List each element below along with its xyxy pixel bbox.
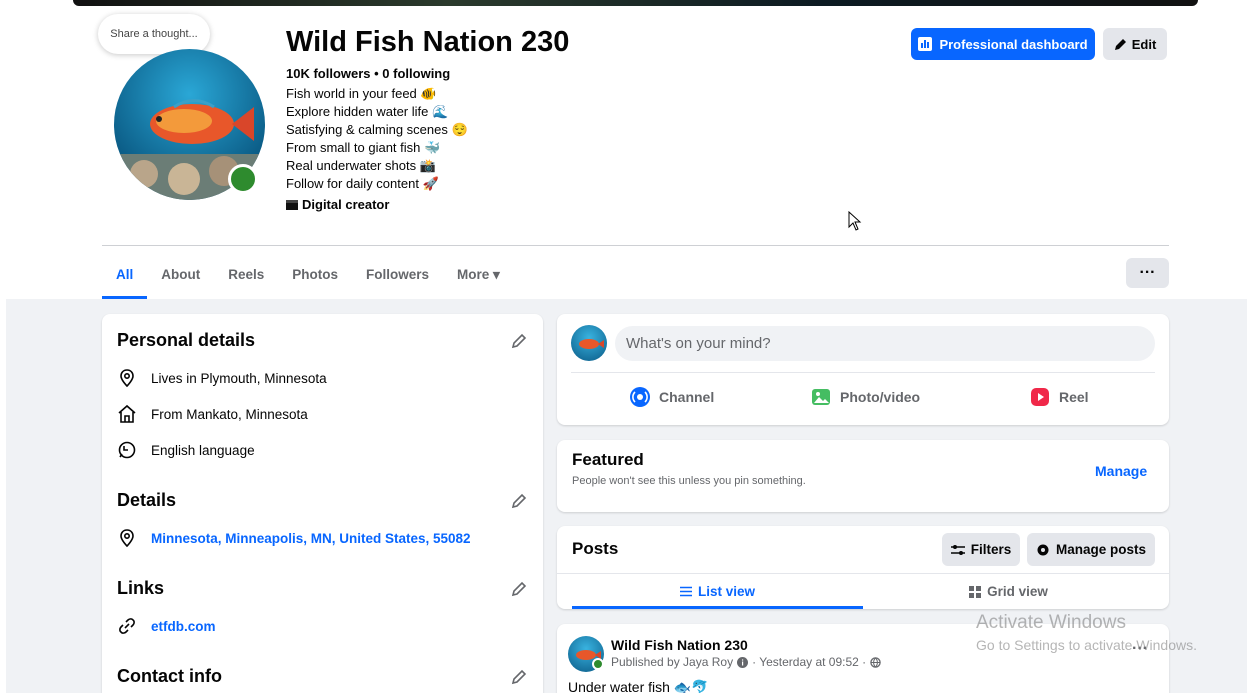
edit-button[interactable]: Edit: [1103, 28, 1167, 60]
links-title: Links: [117, 578, 165, 598]
home-icon: [118, 404, 136, 423]
published-by-text[interactable]: Published by Jaya Roy: [611, 655, 733, 669]
info-icon[interactable]: [737, 656, 749, 668]
language-text: English language: [151, 442, 255, 458]
channel-icon: [630, 387, 650, 407]
list-icon: [679, 586, 692, 597]
composer-avatar[interactable]: [571, 325, 607, 361]
filters-label: Filters: [970, 542, 1012, 557]
thought-bubble-text: Share a thought...: [110, 28, 198, 40]
online-status-indicator: [228, 164, 258, 194]
location-pin-icon: [120, 529, 134, 548]
photo-icon: [812, 389, 830, 405]
post-card: Wild Fish Nation 230 Published by Jaya R…: [557, 624, 1169, 693]
reel-label: Reel: [1059, 389, 1089, 405]
mouse-cursor-icon: [848, 211, 862, 231]
online-status-indicator: [592, 658, 604, 670]
fish-avatar-image: [579, 339, 604, 349]
location-link[interactable]: Minnesota, Minneapolis, MN, United State…: [151, 531, 471, 546]
lives-in-text: Lives in Plymouth, Minnesota: [151, 370, 327, 386]
personal-detail-row: English language: [117, 440, 255, 460]
edit-pencil-icon[interactable]: [510, 332, 528, 350]
bio-line: Fish world in your feed 🐠: [286, 86, 437, 101]
tab-all[interactable]: All: [102, 250, 148, 299]
post-composer: What's on your mind? Channel Photo/video…: [557, 314, 1169, 425]
posts-card: Posts Filters Manage posts List view Gri…: [557, 526, 1169, 609]
post-time[interactable]: · Yesterday at 09:52 ·: [752, 655, 866, 669]
bio-line: Follow for daily content 🚀: [286, 176, 439, 191]
gear-icon: [1037, 544, 1049, 555]
language-icon: [118, 441, 136, 459]
manage-posts-label: Manage posts: [1055, 542, 1147, 557]
links-row: etfdb.com: [117, 616, 216, 636]
bio-line: From small to giant fish 🐳: [286, 140, 441, 155]
website-link[interactable]: etfdb.com: [151, 619, 216, 634]
edit-pencil-icon[interactable]: [510, 668, 528, 686]
page-category-label: Digital creator: [302, 197, 390, 212]
thought-bubble[interactable]: Share a thought...: [98, 14, 210, 54]
details-title: Details: [117, 490, 177, 510]
bio-line: Satisfying & calming scenes 😌: [286, 122, 468, 137]
location-pin-icon: [120, 369, 134, 388]
posts-title: Posts: [572, 539, 619, 558]
contact-info-title: Contact info: [117, 666, 222, 686]
dashboard-icon: [918, 37, 933, 51]
tab-more[interactable]: More ▾: [443, 250, 514, 299]
personal-details-title: Personal details: [117, 330, 256, 350]
professional-dashboard-button[interactable]: Professional dashboard: [911, 28, 1095, 60]
post-meta: Published by Jaya Roy · Yesterday at 09:…: [611, 655, 881, 669]
manage-featured-link[interactable]: Manage: [1095, 463, 1147, 479]
pencil-icon: [1114, 38, 1126, 50]
from-text: From Mankato, Minnesota: [151, 406, 308, 422]
list-view-label: List view: [697, 584, 756, 599]
page-category: Digital creator: [286, 197, 389, 212]
grid-view-label: Grid view: [987, 584, 1048, 599]
bio-line: Explore hidden water life 🌊: [286, 104, 449, 119]
intro-card: Personal details Lives in Plymouth, Minn…: [102, 314, 543, 693]
manage-posts-button[interactable]: Manage posts: [1027, 533, 1155, 566]
professional-dashboard-label: Professional dashboard: [939, 36, 1088, 52]
tab-about[interactable]: About: [147, 250, 214, 299]
post-options-button[interactable]: ···: [1132, 640, 1148, 658]
whats-on-your-mind-input[interactable]: What's on your mind?: [615, 326, 1155, 361]
post-author-name[interactable]: Wild Fish Nation 230: [611, 637, 748, 653]
tab-photos[interactable]: Photos: [278, 250, 352, 299]
photo-video-label: Photo/video: [840, 389, 921, 405]
channel-label: Channel: [659, 389, 715, 405]
filters-button[interactable]: Filters: [942, 533, 1020, 566]
cover-photo[interactable]: [73, 0, 1198, 6]
grid-icon: [969, 585, 982, 598]
photo-video-button[interactable]: Photo/video: [810, 386, 920, 408]
bio: Fish world in your feed 🐠 Explore hidden…: [286, 85, 468, 193]
edit-pencil-icon[interactable]: [510, 492, 528, 510]
bio-line: Real underwater shots 📸: [286, 158, 436, 173]
list-view-tab[interactable]: List view: [572, 574, 863, 609]
tab-followers[interactable]: Followers: [352, 250, 443, 299]
header-divider: [102, 245, 1169, 246]
edit-label: Edit: [1131, 36, 1157, 52]
personal-detail-row: Lives in Plymouth, Minnesota: [117, 368, 327, 388]
tab-reels[interactable]: Reels: [214, 250, 278, 299]
filters-icon: [950, 544, 965, 555]
clapperboard-icon: [286, 199, 298, 210]
globe-icon: [870, 656, 881, 668]
page-title: Wild Fish Nation 230: [286, 26, 570, 58]
featured-card: Featured People won't see this unless yo…: [557, 440, 1169, 512]
profile-tabs: All About Reels Photos Followers More ▾: [102, 250, 514, 299]
link-icon: [119, 618, 135, 634]
featured-subtitle: People won't see this unless you pin som…: [572, 475, 806, 487]
personal-detail-row: From Mankato, Minnesota: [117, 404, 308, 424]
composer-divider: [571, 372, 1155, 373]
follower-count[interactable]: 10K followers • 0 following: [286, 66, 450, 81]
featured-title: Featured: [572, 450, 644, 469]
reel-icon: [1031, 388, 1049, 406]
reel-button[interactable]: Reel: [1029, 386, 1089, 408]
profile-options-button[interactable]: ···: [1126, 258, 1169, 288]
channel-button[interactable]: Channel: [629, 386, 714, 408]
edit-pencil-icon[interactable]: [510, 580, 528, 598]
grid-view-tab[interactable]: Grid view: [863, 574, 1154, 609]
post-text: Under water fish 🐟🐬: [568, 679, 709, 693]
details-row: Minnesota, Minneapolis, MN, United State…: [117, 528, 471, 548]
